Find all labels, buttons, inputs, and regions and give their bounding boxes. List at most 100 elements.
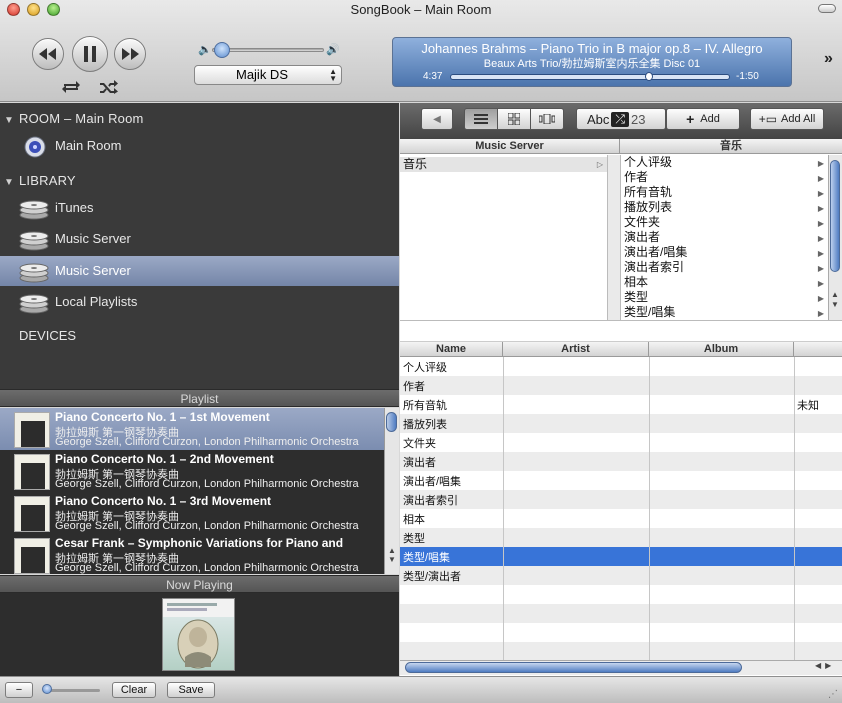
table-row[interactable]: 文件夹 — [400, 433, 842, 452]
zoom-slider-knob[interactable] — [42, 684, 52, 694]
scroll-arrows-icon[interactable]: ▲ ▼ — [831, 290, 839, 310]
sidebar-item-label: Main Room — [55, 138, 122, 153]
album-column-header[interactable]: Album — [649, 342, 794, 357]
horizontal-scroll-thumb[interactable] — [405, 662, 742, 673]
plus-icon: + — [686, 111, 695, 127]
sidebar-item-itunes[interactable]: iTunes — [0, 193, 399, 223]
scroll-arrows-icon[interactable]: ▲ ▼ — [388, 546, 396, 564]
pane-splitter[interactable] — [400, 320, 842, 342]
table-row[interactable]: 播放列表 — [400, 414, 842, 433]
add-button-label: Add — [700, 113, 720, 125]
table-row[interactable]: 类型/演出者 — [400, 566, 842, 585]
scroll-arrows-icon[interactable]: ◀▶ — [815, 661, 835, 670]
cover-view-button[interactable] — [530, 108, 564, 130]
album-cover — [14, 538, 50, 574]
back-button[interactable]: ◀ — [421, 108, 453, 130]
zoom-slider[interactable] — [44, 689, 100, 692]
library-heading[interactable]: ▼ LIBRARY — [4, 173, 76, 188]
empty-row — [400, 604, 842, 623]
table-row[interactable]: 演出者/唱集 — [400, 471, 842, 490]
category-row[interactable]: 类型/唱集 ▶ — [621, 305, 828, 320]
playlist-item[interactable]: Piano Concerto No. 1 – 2nd Movement 勃拉姆斯… — [0, 450, 384, 492]
shuffle-button[interactable] — [98, 78, 120, 96]
add-all-button[interactable]: +▭ Add All — [750, 108, 824, 130]
volume-slider-knob[interactable] — [214, 42, 230, 58]
category-row[interactable]: 演出者/唱集 ▶ — [621, 245, 828, 260]
sidebar-item-music-server-selected[interactable]: Music Server — [0, 256, 399, 286]
server-row[interactable]: 音乐 ▷ — [400, 157, 607, 172]
previous-track-button[interactable] — [32, 38, 64, 70]
clear-button[interactable]: Clear — [112, 682, 156, 698]
device-select[interactable]: Majik DS ▲ ▼ — [194, 65, 342, 85]
chevron-right-icon: ▶ — [817, 309, 824, 318]
save-button[interactable]: Save — [167, 682, 215, 698]
add-button[interactable]: + Add — [666, 108, 740, 130]
resize-grip-icon[interactable]: ⋰ — [828, 689, 838, 700]
sort-button[interactable]: Abc ⤮ 23 — [576, 108, 666, 130]
grid-view-icon — [508, 113, 520, 125]
category-column-header[interactable]: 音乐 — [620, 139, 842, 154]
table-row[interactable]: 相本 — [400, 509, 842, 528]
playlist-item[interactable]: Cesar Frank – Symphonic Variations for P… — [0, 534, 384, 574]
category-row[interactable]: 所有音轨 ▶ — [621, 185, 828, 200]
seek-bar[interactable] — [450, 74, 730, 80]
pause-button[interactable] — [72, 36, 108, 72]
sidebar-item-main-room[interactable]: Main Room — [0, 131, 399, 161]
playlist-item[interactable]: Piano Concerto No. 1 – 1st Movement 勃拉姆斯… — [0, 408, 384, 450]
category-row[interactable]: 文件夹 ▶ — [621, 215, 828, 230]
disclosure-triangle-icon[interactable]: ▼ — [4, 115, 14, 126]
name-column-header[interactable]: Name — [400, 342, 503, 357]
column-divider[interactable] — [607, 155, 621, 320]
column-gridline — [649, 357, 650, 660]
playlist-item-title: Cesar Frank – Symphonic Variations for P… — [55, 536, 344, 550]
seek-knob[interactable] — [644, 72, 653, 81]
table-row[interactable]: 演出者 — [400, 452, 842, 471]
server-column-header[interactable]: Music Server — [400, 139, 620, 154]
empty-row — [400, 642, 842, 660]
album-cover — [14, 496, 50, 532]
table-row[interactable]: 个人评级 — [400, 357, 842, 376]
empty-row — [400, 585, 842, 604]
double-chevron-right-icon[interactable]: » — [824, 50, 833, 68]
extra-column-header[interactable] — [794, 342, 842, 357]
volume-high-icon: 🔊 — [326, 44, 340, 56]
toolbar-toggle-button[interactable] — [818, 4, 836, 13]
sidebar-item-music-server[interactable]: Music Server — [0, 224, 399, 254]
category-row[interactable]: 播放列表 ▶ — [621, 200, 828, 215]
sidebar-item-label: Music Server — [55, 263, 131, 278]
disc-stack-icon — [19, 294, 49, 314]
table-row[interactable]: 演出者索引 — [400, 490, 842, 509]
artist-column-header[interactable]: Artist — [503, 342, 649, 357]
disclosure-triangle-icon[interactable]: ▼ — [4, 177, 14, 188]
remove-button[interactable]: − — [5, 682, 33, 698]
room-heading[interactable]: ▼ ROOM – Main Room — [4, 111, 144, 126]
category-row[interactable]: 演出者 ▶ — [621, 230, 828, 245]
list-view-button[interactable] — [464, 108, 498, 130]
room-heading-label: ROOM – Main Room — [19, 111, 144, 126]
select-arrows-icon: ▲ ▼ — [329, 67, 337, 83]
sidebar-item-label: Local Playlists — [55, 294, 138, 309]
playlist-scroll-thumb[interactable] — [386, 412, 397, 432]
playlist-item[interactable]: Piano Concerto No. 1 – 3rd Movement 勃拉姆斯… — [0, 492, 384, 534]
sort-number: 23 — [631, 111, 646, 127]
category-row[interactable]: 相本 ▶ — [621, 275, 828, 290]
playlist-heading: Playlist — [0, 389, 399, 407]
grid-view-button[interactable] — [497, 108, 531, 130]
category-row[interactable]: 个人评级 ▶ — [621, 155, 828, 170]
table-row[interactable]: 作者 — [400, 376, 842, 395]
sidebar-item-local-playlists[interactable]: Local Playlists — [0, 287, 399, 317]
category-row-label: 类型 — [624, 290, 649, 304]
category-row-label: 文件夹 — [624, 215, 661, 229]
devices-heading[interactable]: DEVICES — [19, 328, 76, 343]
table-row[interactable]: 类型 — [400, 528, 842, 547]
table-row[interactable]: 所有音轨 未知 — [400, 395, 842, 414]
playlist-item-artist: George Szell, Clifford Curzon, London Ph… — [55, 436, 359, 448]
category-row[interactable]: 演出者索引 ▶ — [621, 260, 828, 275]
repeat-button[interactable] — [60, 78, 82, 96]
category-row[interactable]: 作者 ▶ — [621, 170, 828, 185]
next-track-button[interactable] — [114, 38, 146, 70]
category-scroll-thumb[interactable] — [830, 160, 840, 272]
playlist-item-title: Piano Concerto No. 1 – 1st Movement — [55, 410, 270, 424]
category-row[interactable]: 类型 ▶ — [621, 290, 828, 305]
table-row-selected[interactable]: 类型/唱集 — [400, 547, 842, 566]
